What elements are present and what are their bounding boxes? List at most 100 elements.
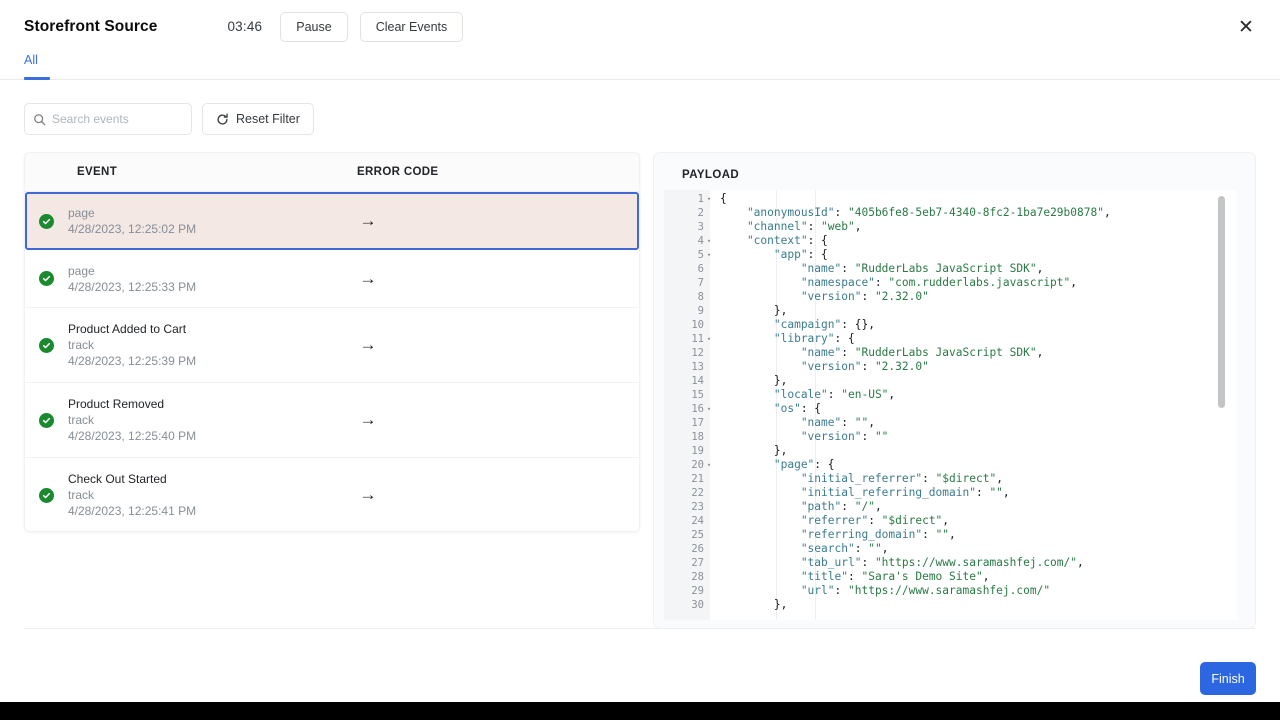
code-line: 10 "campaign": {}, [664, 318, 1111, 332]
line-number: 21 [664, 472, 704, 486]
table-row[interactable]: Product Removedtrack4/28/2023, 12:25:40 … [25, 383, 639, 458]
code-text: "context": { [714, 234, 828, 248]
event-timestamp: 4/28/2023, 12:25:40 PM [68, 429, 338, 443]
table-row[interactable]: Check Out Startedtrack4/28/2023, 12:25:4… [25, 458, 639, 532]
event-type: track [68, 413, 338, 427]
code-text: "anonymousId": "405b6fe8-5eb7-4340-8fc2-… [714, 206, 1111, 220]
code-text: "path": "/", [714, 500, 882, 514]
status-success-icon [39, 488, 54, 503]
event-type: track [68, 338, 338, 352]
code-text: "referring_domain": "", [714, 528, 956, 542]
code-text: "url": "https://www.saramashfej.com/" [714, 584, 1050, 598]
code-line: 25 "referring_domain": "", [664, 528, 1111, 542]
code-line: 15 "locale": "en-US", [664, 388, 1111, 402]
search-icon [33, 113, 46, 126]
line-number: 7 [664, 276, 704, 290]
code-text: "name": "RudderLabs JavaScript SDK", [714, 346, 1043, 360]
event-timestamp: 4/28/2023, 12:25:02 PM [68, 222, 338, 236]
table-body: page4/28/2023, 12:25:02 PM→page4/28/2023… [25, 192, 639, 532]
line-number: 5 [664, 248, 704, 262]
payload-code-viewer[interactable]: 1▾{2 "anonymousId": "405b6fe8-5eb7-4340-… [664, 190, 1237, 620]
event-timestamp: 4/28/2023, 12:25:39 PM [68, 354, 338, 368]
line-number: 28 [664, 570, 704, 584]
page-title: Storefront Source [24, 18, 157, 36]
code-line: 24 "referrer": "$direct", [664, 514, 1111, 528]
code-text: }, [714, 598, 787, 612]
code-line: 13 "version": "2.32.0" [664, 360, 1111, 374]
code-line: 28 "title": "Sara's Demo Site", [664, 570, 1111, 584]
line-number: 16 [664, 402, 704, 416]
code-line: 17 "name": "", [664, 416, 1111, 430]
finish-button[interactable]: Finish [1200, 662, 1256, 695]
code-text: "title": "Sara's Demo Site", [714, 570, 989, 584]
column-header-event: EVENT [77, 166, 357, 178]
json-code: 1▾{2 "anonymousId": "405b6fe8-5eb7-4340-… [664, 192, 1111, 612]
code-text: "initial_referrer": "$direct", [714, 472, 1003, 486]
code-line: 20▾ "page": { [664, 458, 1111, 472]
code-line: 8 "version": "2.32.0" [664, 290, 1111, 304]
code-text: "tab_url": "https://www.saramashfej.com/… [714, 556, 1084, 570]
close-icon[interactable]: ✕ [1234, 15, 1258, 39]
code-text: "search": "", [714, 542, 888, 556]
arrow-right-icon: → [338, 485, 398, 505]
pause-button[interactable]: Pause [280, 12, 347, 42]
code-text: }, [714, 374, 787, 388]
code-text: "campaign": {}, [714, 318, 875, 332]
table-row[interactable]: page4/28/2023, 12:25:02 PM→ [25, 192, 639, 250]
tab-active-indicator [24, 77, 50, 80]
code-line: 4▾ "context": { [664, 234, 1111, 248]
table-row[interactable]: page4/28/2023, 12:25:33 PM→ [25, 250, 639, 308]
event-type: track [68, 488, 338, 502]
reset-filter-button[interactable]: Reset Filter [202, 103, 314, 135]
code-scrollbar-thumb[interactable] [1218, 196, 1225, 408]
code-line: 27 "tab_url": "https://www.saramashfej.c… [664, 556, 1111, 570]
code-line: 21 "initial_referrer": "$direct", [664, 472, 1111, 486]
table-row[interactable]: Product Added to Carttrack4/28/2023, 12:… [25, 308, 639, 383]
session-timer: 03:46 [227, 19, 262, 34]
code-text: "name": "RudderLabs JavaScript SDK", [714, 262, 1043, 276]
line-number: 1 [664, 192, 704, 206]
fold-toggle-icon[interactable]: ▾ [704, 192, 714, 206]
code-text: "version": "" [714, 430, 888, 444]
code-line: 22 "initial_referring_domain": "", [664, 486, 1111, 500]
arrow-right-icon: → [338, 211, 398, 231]
code-line: 1▾{ [664, 192, 1111, 206]
fold-toggle-icon[interactable]: ▾ [704, 234, 714, 248]
line-number: 14 [664, 374, 704, 388]
event-cell: page4/28/2023, 12:25:02 PM [68, 206, 338, 236]
status-success-icon [39, 338, 54, 353]
payload-title: PAYLOAD [682, 169, 1255, 181]
code-text: "locale": "en-US", [714, 388, 895, 402]
event-timestamp: 4/28/2023, 12:25:41 PM [68, 504, 338, 518]
search-input[interactable] [52, 112, 207, 126]
event-cell: Check Out Startedtrack4/28/2023, 12:25:4… [68, 472, 338, 518]
code-line: 9 }, [664, 304, 1111, 318]
code-line: 11▾ "library": { [664, 332, 1111, 346]
footer-divider [24, 628, 1256, 629]
event-cell: page4/28/2023, 12:25:33 PM [68, 264, 338, 294]
code-line: 6 "name": "RudderLabs JavaScript SDK", [664, 262, 1111, 276]
code-text: "os": { [714, 402, 821, 416]
filter-bar: ✕ Reset Filter [24, 103, 314, 135]
code-line: 14 }, [664, 374, 1111, 388]
tab-bar: All [0, 50, 1280, 80]
line-number: 26 [664, 542, 704, 556]
search-box[interactable]: ✕ [24, 103, 192, 135]
line-number: 4 [664, 234, 704, 248]
code-text: "namespace": "com.rudderlabs.javascript"… [714, 276, 1077, 290]
column-header-error-code: ERROR CODE [357, 166, 438, 178]
line-number: 10 [664, 318, 704, 332]
code-line: 19 }, [664, 444, 1111, 458]
tab-all[interactable]: All [24, 53, 38, 77]
code-line: 12 "name": "RudderLabs JavaScript SDK", [664, 346, 1111, 360]
line-number: 8 [664, 290, 704, 304]
code-line: 30 }, [664, 598, 1111, 612]
code-scrollbar-track[interactable] [1224, 190, 1231, 620]
line-number: 15 [664, 388, 704, 402]
clear-events-button[interactable]: Clear Events [360, 12, 464, 42]
fold-toggle-icon[interactable]: ▾ [704, 458, 714, 472]
fold-toggle-icon[interactable]: ▾ [704, 402, 714, 416]
dialog-header: Storefront Source 03:46 Pause Clear Even… [0, 0, 1280, 53]
fold-toggle-icon[interactable]: ▾ [704, 248, 714, 262]
fold-toggle-icon[interactable]: ▾ [704, 332, 714, 346]
